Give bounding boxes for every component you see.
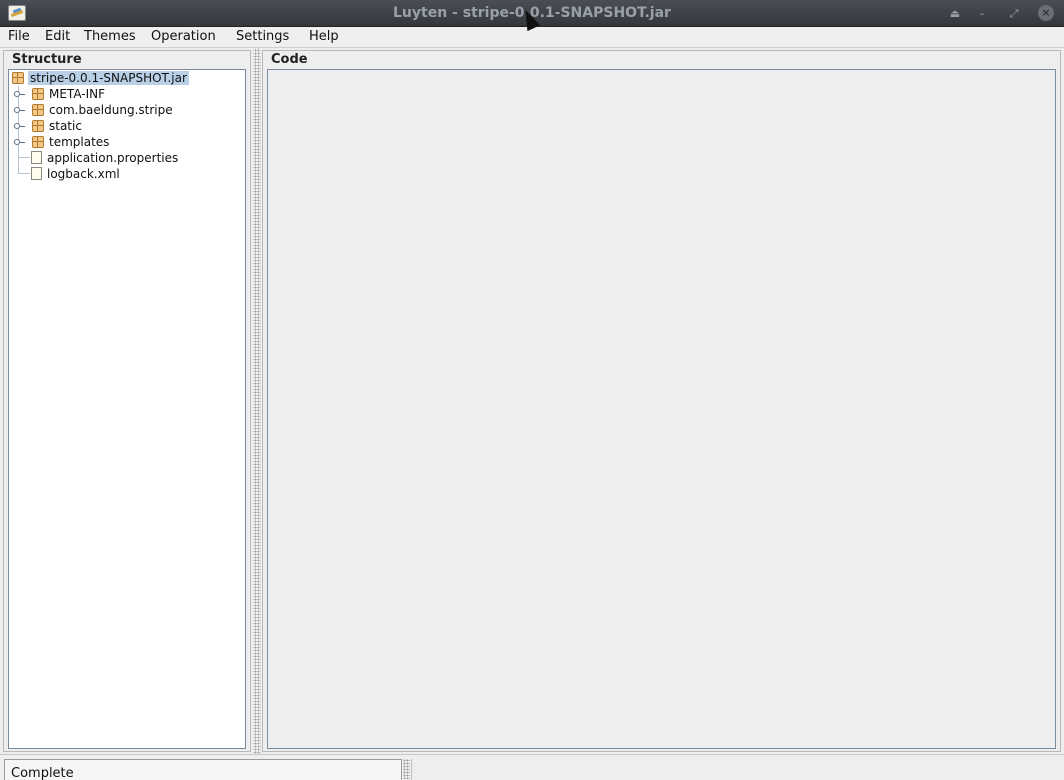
tree-node-label[interactable]: templates — [49, 135, 109, 149]
tree-node-application-properties[interactable]: application.properties — [12, 150, 242, 166]
tree-node-label[interactable]: META-INF — [49, 87, 105, 101]
menu-settings[interactable]: Settings — [236, 29, 289, 44]
maximize-window-icon[interactable]: ⤢ — [1005, 5, 1023, 23]
main-area: Structure stripe-0.0.1-SNAPSHOT.jar META… — [0, 48, 1064, 754]
status-bar: Complete — [0, 754, 1064, 780]
tree-node-logback-xml[interactable]: logback.xml — [12, 166, 242, 182]
minimize-window-icon[interactable]: – — [973, 5, 991, 23]
menu-help[interactable]: Help — [309, 29, 339, 44]
status-secondary-field — [411, 759, 1061, 780]
code-editor-area[interactable] — [267, 69, 1056, 749]
status-text: Complete — [11, 766, 74, 780]
menu-bar: File Edit Themes Operation Settings Help — [0, 27, 1064, 48]
menu-edit[interactable]: Edit — [45, 29, 70, 44]
tree-node-label[interactable]: application.properties — [47, 151, 178, 165]
tree-node-label[interactable]: static — [49, 119, 82, 133]
menu-file[interactable]: File — [8, 29, 30, 44]
tree-node-templates[interactable]: templates — [12, 134, 242, 150]
tree-node-meta-inf[interactable]: META-INF — [12, 86, 242, 102]
expand-toggle-icon[interactable] — [14, 91, 20, 97]
code-panel: Code — [262, 50, 1061, 752]
structure-tree[interactable]: stripe-0.0.1-SNAPSHOT.jar META-INF com.b… — [8, 69, 246, 749]
close-window-icon[interactable]: × — [1038, 5, 1054, 21]
status-resize-grip[interactable] — [403, 759, 410, 779]
expand-toggle-icon[interactable] — [14, 139, 20, 145]
menu-themes[interactable]: Themes — [84, 29, 136, 44]
shade-window-icon[interactable]: ⏏ — [946, 5, 964, 23]
split-pane-divider[interactable] — [253, 48, 261, 754]
expand-toggle-icon[interactable] — [14, 107, 20, 113]
tree-node-com-baeldung-stripe[interactable]: com.baeldung.stripe — [12, 102, 242, 118]
tree-node-root[interactable]: stripe-0.0.1-SNAPSHOT.jar — [12, 70, 242, 86]
package-icon — [32, 88, 44, 100]
structure-panel: Structure stripe-0.0.1-SNAPSHOT.jar META… — [3, 50, 251, 752]
expand-toggle-icon[interactable] — [14, 123, 20, 129]
file-icon — [31, 151, 42, 164]
tree-node-label[interactable]: logback.xml — [47, 167, 120, 181]
package-icon — [32, 136, 44, 148]
structure-panel-title: Structure — [11, 52, 83, 67]
tree-node-static[interactable]: static — [12, 118, 242, 134]
tree-node-label[interactable]: com.baeldung.stripe — [49, 103, 173, 117]
package-icon — [32, 104, 44, 116]
tree-node-label[interactable]: stripe-0.0.1-SNAPSHOT.jar — [28, 71, 189, 85]
package-icon — [32, 120, 44, 132]
file-icon — [31, 167, 42, 180]
code-panel-title: Code — [270, 52, 309, 67]
package-icon — [12, 72, 24, 84]
status-field: Complete — [4, 759, 402, 780]
menu-operation[interactable]: Operation — [151, 29, 216, 44]
